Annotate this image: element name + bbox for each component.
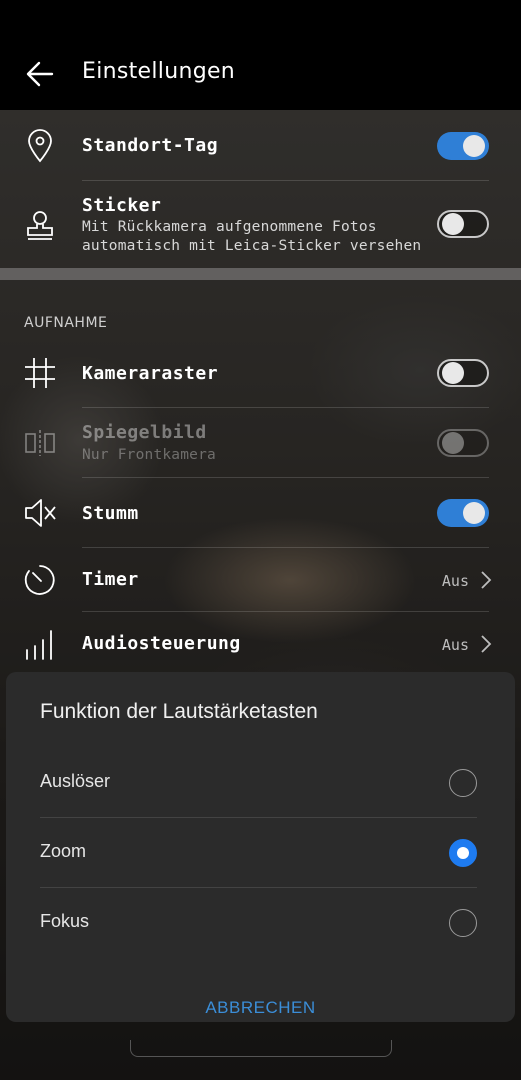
dialog-title: Funktion der Lautstärketasten xyxy=(40,700,318,723)
setting-label: Timer xyxy=(82,569,139,590)
sticker-toggle[interactable] xyxy=(437,210,489,238)
setting-row-stumm[interactable]: Stumm xyxy=(0,478,521,548)
setting-description: Nur Frontkamera xyxy=(82,447,216,463)
setting-label: Stumm xyxy=(82,503,139,524)
mirror-icon xyxy=(25,430,55,456)
navigation-bar xyxy=(130,1040,392,1057)
back-arrow-icon[interactable] xyxy=(24,58,56,90)
option-label: Fokus xyxy=(40,911,90,931)
setting-label: Audiosteuerung xyxy=(82,633,241,654)
app-header: Einstellungen xyxy=(0,0,521,110)
radio-button[interactable] xyxy=(449,909,477,937)
stumm-toggle[interactable] xyxy=(437,499,489,527)
spiegelbild-toggle xyxy=(437,429,489,457)
grid-icon xyxy=(25,358,55,388)
audio-bars-icon xyxy=(26,630,52,660)
setting-label: Standort-Tag xyxy=(82,135,219,156)
setting-row-kameraraster[interactable]: Kameraraster xyxy=(0,338,521,408)
timer-icon xyxy=(24,565,55,595)
kameraraster-toggle[interactable] xyxy=(437,359,489,387)
setting-row-audiosteuerung[interactable]: Audiosteuerung Aus xyxy=(0,612,521,674)
setting-label: Sticker xyxy=(82,195,162,216)
setting-label: Kameraraster xyxy=(82,363,219,384)
option-zoom[interactable]: Zoom xyxy=(6,818,515,888)
setting-value: Aus xyxy=(441,572,469,590)
volume-keys-dialog: Funktion der Lautstärketasten Auslöser Z… xyxy=(6,672,515,1022)
setting-row-timer[interactable]: Timer Aus xyxy=(0,548,521,612)
chevron-right-icon xyxy=(481,571,492,589)
location-pin-icon xyxy=(28,129,52,163)
setting-value: Aus xyxy=(441,636,469,654)
setting-row-standort-tag[interactable]: Standort-Tag xyxy=(0,110,521,182)
setting-description: automatisch mit Leica-Sticker versehen xyxy=(82,238,422,254)
cancel-button[interactable]: ABBRECHEN xyxy=(6,998,515,1018)
option-fokus[interactable]: Fokus xyxy=(6,888,515,958)
option-label: Zoom xyxy=(40,841,87,861)
section-separator xyxy=(0,268,521,280)
chevron-right-icon xyxy=(481,635,492,653)
setting-label: Spiegelbild xyxy=(82,422,207,443)
setting-description: Mit Rückkamera aufgenommene Fotos xyxy=(82,219,377,235)
option-label: Auslöser xyxy=(40,771,111,791)
page-title: Einstellungen xyxy=(82,59,236,84)
section-header-aufnahme: AUFNAHME xyxy=(24,315,108,331)
radio-button-selected[interactable] xyxy=(449,839,477,867)
stamp-icon xyxy=(27,211,53,240)
setting-row-sticker[interactable]: Sticker Mit Rückkamera aufgenommene Foto… xyxy=(0,181,521,267)
radio-button[interactable] xyxy=(449,769,477,797)
speaker-muted-icon xyxy=(25,499,56,527)
standort-tag-toggle[interactable] xyxy=(437,132,489,160)
setting-row-spiegelbild: Spiegelbild Nur Frontkamera xyxy=(0,408,521,478)
option-ausloeser[interactable]: Auslöser xyxy=(6,748,515,818)
